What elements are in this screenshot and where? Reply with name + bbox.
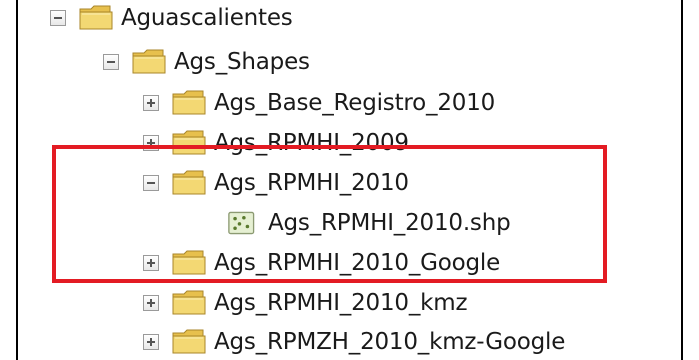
tree-item-aguascalientes[interactable]: Aguascalientes: [50, 0, 293, 38]
tree-item-label: Ags_RPMHI_2010: [214, 170, 409, 196]
point-shapefile-icon: [228, 211, 255, 235]
catalog-tree-screenshot: Aguascalientes Ags_Shapes Ags_Base_Regis…: [0, 0, 699, 360]
tree-item-label: Ags_RPMHI_2010.shp: [268, 210, 511, 236]
expand-toggle-icon[interactable]: [143, 95, 159, 111]
folder-icon: [172, 90, 206, 115]
tree-item-ags-rpmhi-2010-google[interactable]: Ags_RPMHI_2010_Google: [143, 243, 500, 283]
tree-item-ags-rpmhi-2010[interactable]: Ags_RPMHI_2010: [143, 163, 409, 203]
tree-item-ags-rpmhi-2010-shp[interactable]: Ags_RPMHI_2010.shp: [228, 203, 511, 243]
tree-item-ags-rpmhi-2009[interactable]: Ags_RPMHI_2009: [143, 123, 409, 163]
window-border-left: [16, 0, 18, 360]
folder-icon: [172, 250, 206, 275]
tree-item-label: Ags_RPMHI_2010_kmz: [214, 290, 468, 316]
folder-icon: [172, 130, 206, 155]
tree-item-label: Ags_RPMHI_2010_Google: [214, 250, 501, 276]
collapse-toggle-icon[interactable]: [50, 10, 66, 26]
folder-icon: [172, 170, 206, 195]
folder-icon: [172, 290, 206, 315]
folder-icon: [172, 329, 206, 354]
tree-item-label: Ags_RPMZH_2010_kmz-Google: [214, 329, 566, 355]
tree-item-ags-base-registro-2010[interactable]: Ags_Base_Registro_2010: [143, 83, 495, 123]
collapse-toggle-icon[interactable]: [143, 175, 159, 191]
expand-toggle-icon[interactable]: [143, 255, 159, 271]
window-border-right: [681, 0, 683, 360]
expand-toggle-icon[interactable]: [143, 334, 159, 350]
tree-item-ags-rpmzh-2010-kmz-google[interactable]: Ags_RPMZH_2010_kmz-Google: [143, 322, 565, 360]
collapse-toggle-icon[interactable]: [103, 54, 119, 70]
tree-item-ags-rpmhi-2010-kmz[interactable]: Ags_RPMHI_2010_kmz: [143, 283, 468, 323]
tree-item-label: Ags_RPMHI_2009: [214, 130, 409, 156]
folder-icon: [79, 5, 113, 30]
tree-item-label: Aguascalientes: [121, 5, 293, 31]
tree-item-label: Ags_Shapes: [174, 49, 310, 75]
tree-item-label: Ags_Base_Registro_2010: [214, 90, 496, 116]
folder-icon: [132, 49, 166, 74]
tree-item-ags-shapes[interactable]: Ags_Shapes: [103, 42, 310, 82]
expand-toggle-icon[interactable]: [143, 135, 159, 151]
expand-toggle-icon[interactable]: [143, 295, 159, 311]
